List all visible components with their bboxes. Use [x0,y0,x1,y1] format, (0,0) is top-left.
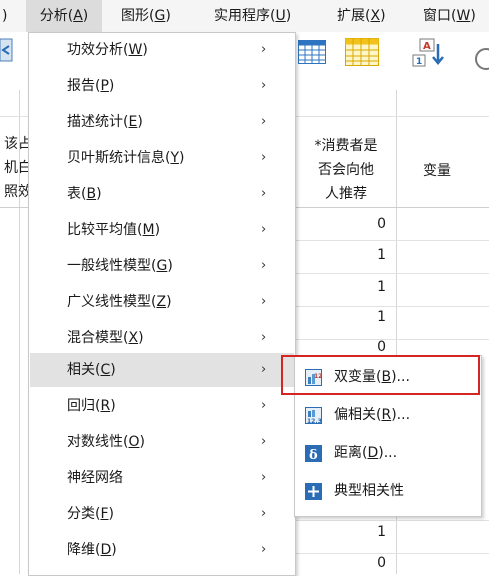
svg-text:δ: δ [309,448,318,462]
row-divider [296,273,489,274]
correlate-submenu: 12 双变量(B)... 12.3 偏相关(R)... δ 距离(D)... 典… [294,355,482,517]
bivariate-icon: 12 [305,369,322,386]
submenu-item-bivariate[interactable]: 12 双变量(B)... [296,360,480,395]
chevron-right-icon: › [261,150,267,165]
analyze-menu: 功效分析(W) › 报告(P) › 描述统计(E) › 贝叶斯统计信息(Y) ›… [28,32,296,576]
distance-icon: δ [305,445,322,463]
cell-value[interactable]: 0 [366,339,386,355]
column-header-variable[interactable]: 变量 [423,160,451,180]
menu-item-regression[interactable]: 回归(R) › [30,389,294,423]
menu-item-reports[interactable]: 报告(P) › [30,69,294,103]
svg-text:12.3: 12.3 [307,418,322,424]
menu-item-generalized-linear-models[interactable]: 广义线性模型(Z) › [30,285,294,319]
menu-item-classify[interactable]: 分类(F) › [30,497,294,531]
row-divider [296,553,489,554]
menu-item-power-analysis[interactable]: 功效分析(W) › [30,33,294,67]
menubar-item-graphs[interactable]: 图形(G) [121,0,171,32]
menubar-item-partial[interactable]: ) [2,0,7,32]
canonical-correlation-icon [305,483,322,500]
chevron-right-icon: › [261,506,267,521]
chevron-right-icon: › [261,78,267,93]
variable-grid-icon[interactable] [345,38,379,70]
menu-item-loglinear[interactable]: 对数线性(O) › [30,425,294,459]
sort-icon[interactable]: A 1 [412,38,448,72]
submenu-item-partial[interactable]: 12.3 偏相关(R)... [296,398,480,433]
submenu-item-distances[interactable]: δ 距离(D)... [296,436,480,471]
cell-value[interactable]: 1 [366,309,386,325]
row-divider [296,306,489,307]
menu-item-dimension-reduction[interactable]: 降维(D) › [30,533,294,567]
cell-value[interactable]: 1 [366,524,386,540]
chevron-right-icon: › [261,330,267,345]
menu-item-neural-networks[interactable]: 神经网络 › [30,461,294,495]
menubar-item-utilities[interactable]: 实用程序(U) [214,0,291,32]
partial-correlation-icon: 12.3 [305,407,322,425]
chevron-right-icon: › [261,294,267,309]
menu-bar: ) 分析(A) 图形(G) 实用程序(U) 扩展(X) 窗口(W) [0,0,489,33]
data-grid-icon[interactable] [298,40,326,68]
chevron-right-icon: › [261,398,267,413]
menubar-item-extensions[interactable]: 扩展(X) [337,0,386,32]
menu-item-tables[interactable]: 表(B) › [30,177,294,211]
chevron-right-icon: › [261,362,267,377]
chevron-right-icon: › [261,42,267,57]
cell-value[interactable]: 1 [366,247,386,263]
svg-text:A: A [423,41,431,52]
cell-value[interactable]: 0 [366,555,386,571]
svg-text:1: 1 [416,57,422,67]
menubar-item-analyze[interactable]: 分析(A) [26,0,102,32]
cell-value[interactable]: 1 [366,279,386,295]
menu-item-compare-means[interactable]: 比较平均值(M) › [30,213,294,247]
chevron-right-icon: › [261,434,267,449]
row-divider [296,520,489,521]
svg-text:12: 12 [314,373,322,380]
menu-item-correlate[interactable]: 相关(C) › [30,353,294,387]
row-divider [296,339,489,340]
row-divider [296,240,489,241]
menubar-item-window[interactable]: 窗口(W) [423,0,476,32]
chevron-right-icon: › [261,222,267,237]
column-header-recommend[interactable]: *消费者是 否会向他 人推荐 [296,134,396,206]
menu-item-descriptive-statistics[interactable]: 描述统计(E) › [30,105,294,139]
chevron-right-icon: › [261,186,267,201]
menu-item-mixed-models[interactable]: 混合模型(X) › [30,321,294,355]
menu-item-general-linear-model[interactable]: 一般线性模型(G) › [30,249,294,283]
partial-toolbar-icon[interactable] [0,38,14,68]
search-partial-icon[interactable] [472,46,489,76]
chevron-right-icon: › [261,470,267,485]
chevron-right-icon: › [261,542,267,557]
cell-value[interactable]: 0 [366,216,386,232]
chevron-right-icon: › [261,258,267,273]
chevron-right-icon: › [261,114,267,129]
menu-item-bayesian-statistics[interactable]: 贝叶斯统计信息(Y) › [30,141,294,175]
submenu-item-canonical-correlation[interactable]: 典型相关性 [296,474,480,509]
